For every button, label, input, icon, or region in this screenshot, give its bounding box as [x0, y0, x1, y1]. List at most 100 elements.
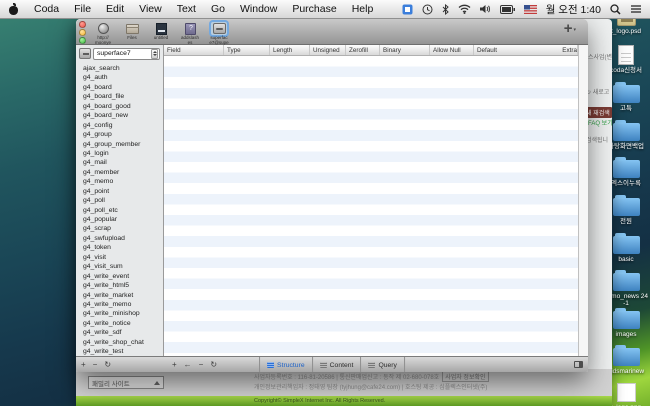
toolbar-button[interactable]: ← [184, 357, 192, 372]
database-sidebar: superface7 ajax_searchg4_authg4_boardg4_… [76, 45, 164, 356]
tab-icon-frame [124, 22, 140, 35]
view-mode-label: Content [330, 362, 354, 369]
volume-icon[interactable] [480, 4, 491, 14]
table-list-item[interactable]: g4_popular [76, 215, 163, 224]
column-header[interactable]: Type [224, 45, 270, 55]
spotlight-search-icon[interactable] [610, 4, 621, 15]
field-rows-area[interactable] [164, 56, 578, 356]
column-header[interactable]: Field [164, 45, 224, 55]
minimize-button[interactable] [79, 29, 86, 36]
input-method-icon[interactable] [402, 4, 413, 15]
vertical-scrollbar[interactable] [578, 45, 588, 356]
zoom-button[interactable] [79, 37, 86, 44]
document-tab[interactable]: Files [119, 20, 145, 45]
desktop-icon-label: images [616, 331, 637, 338]
column-header[interactable]: Extra [559, 45, 578, 55]
table-list-item[interactable]: g4_swfupload [76, 234, 163, 243]
view-mode-tab[interactable]: Structure [259, 357, 312, 372]
menu-item[interactable]: Coda [34, 3, 59, 15]
table-list-item[interactable]: g4_memo [76, 177, 163, 186]
table-list-item[interactable]: g4_write_shop_chat [76, 338, 163, 347]
view-mode-tab[interactable]: Content [312, 357, 361, 372]
table-list-item[interactable]: g4_auth [76, 73, 163, 82]
table-list-item[interactable]: g4_board [76, 83, 163, 92]
table-list-item[interactable]: g4_mail [76, 158, 163, 167]
menu-item[interactable]: Go [211, 3, 225, 15]
toolbar-button[interactable]: + [81, 357, 86, 372]
column-header[interactable]: Default [474, 45, 559, 55]
column-header[interactable]: Length [270, 45, 310, 55]
table-list-item[interactable]: g4_board_good [76, 102, 163, 111]
table-list-item[interactable]: g4_write_sdf [76, 328, 163, 337]
file-icon [617, 383, 636, 402]
bluetooth-icon[interactable] [442, 4, 449, 15]
database-selector-row: superface7 [76, 45, 163, 62]
menu-item[interactable]: View [139, 3, 162, 15]
clock-icon[interactable] [422, 4, 433, 15]
menu-item[interactable]: Edit [106, 3, 124, 15]
table-list-item[interactable]: g4_board_file [76, 92, 163, 101]
copyright-text: Copyright© SimpleX Internet Inc. All Rig… [254, 398, 385, 404]
battery-icon[interactable] [500, 5, 515, 14]
toolbar-button[interactable]: ↻ [210, 357, 217, 372]
family-site-label: 패밀리 사이트 [92, 378, 130, 388]
document-tab[interactable]: addslash es [177, 20, 203, 45]
table-list-item[interactable]: g4_write_notice [76, 319, 163, 328]
document-tab[interactable]: http:// moonye [90, 20, 116, 45]
notification-center-icon[interactable] [630, 4, 642, 14]
toolbar-button[interactable]: − [199, 357, 204, 372]
menu-item[interactable]: Help [352, 3, 374, 15]
table-list-item[interactable]: g4_write_minishop [76, 309, 163, 318]
server-icon[interactable] [79, 48, 91, 59]
toolbar-button[interactable]: − [93, 357, 98, 372]
desktop-icon-label: t_logo.psd [611, 28, 641, 35]
wifi-icon[interactable] [458, 4, 471, 14]
table-list-item[interactable]: g4_write_memo [76, 300, 163, 309]
tab-icon [213, 23, 226, 34]
keyboard-flag-icon[interactable] [524, 5, 537, 14]
toolbar-button[interactable]: ↻ [104, 357, 111, 372]
document-tab[interactable]: superfac e7@supe [206, 20, 232, 45]
menu-item[interactable]: Purchase [292, 3, 336, 15]
table-list-item[interactable]: g4_config [76, 121, 163, 130]
column-header[interactable]: Zerofill [346, 45, 380, 55]
menu-item[interactable]: Text [177, 3, 196, 15]
toolbar-button[interactable]: + [172, 357, 177, 372]
family-site-select[interactable]: 패밀리 사이트 [88, 376, 164, 389]
column-header[interactable]: Allow Null [430, 45, 474, 55]
apple-menu-icon[interactable] [8, 3, 19, 15]
desktop-icon-label: 바탕화면백업 [608, 143, 644, 150]
table-list-item[interactable]: g4_write_event [76, 272, 163, 281]
menu-clock[interactable]: 월 오전 1:40 [546, 2, 601, 17]
table-list-item[interactable]: g4_visit [76, 253, 163, 262]
table-list-item[interactable]: g4_group_member [76, 140, 163, 149]
menu-item[interactable]: Window [240, 3, 277, 15]
new-tab-button[interactable]: + ▾ [564, 22, 576, 36]
table-list-item[interactable]: g4_token [76, 243, 163, 252]
table-list-item[interactable]: g4_write_market [76, 291, 163, 300]
view-mode-tab[interactable]: Query [360, 357, 405, 372]
table-list-item[interactable]: g4_write_test [76, 347, 163, 356]
table-list-item[interactable]: g4_poll [76, 196, 163, 205]
table-list-item[interactable]: ajax_search [76, 64, 163, 73]
panel-toggle-icon[interactable] [574, 361, 583, 368]
table-list-item[interactable]: g4_write_html5 [76, 281, 163, 290]
table-list-item[interactable]: g4_group [76, 130, 163, 139]
table-list-item[interactable]: g4_login [76, 149, 163, 158]
menu-item[interactable]: File [74, 3, 91, 15]
stepper-icon[interactable] [151, 49, 158, 59]
table-list-item[interactable]: g4_member [76, 168, 163, 177]
column-header[interactable]: Unsigned [310, 45, 346, 55]
close-button[interactable] [79, 21, 86, 28]
table-list-item[interactable]: g4_visit_sum [76, 262, 163, 271]
tab-label-line2: e7@supe [206, 40, 232, 45]
table-list-item[interactable]: g4_point [76, 187, 163, 196]
tab-icon [98, 23, 109, 34]
business-verify-badge[interactable]: 사업자 정보확인 [442, 371, 488, 382]
table-list-item[interactable]: g4_board_new [76, 111, 163, 120]
document-tab[interactable]: untitled [148, 20, 174, 45]
table-list-item[interactable]: g4_scrap [76, 224, 163, 233]
table-list-item[interactable]: g4_poll_etc [76, 206, 163, 215]
column-header[interactable]: Binary [380, 45, 430, 55]
database-select[interactable]: superface7 [93, 48, 160, 60]
